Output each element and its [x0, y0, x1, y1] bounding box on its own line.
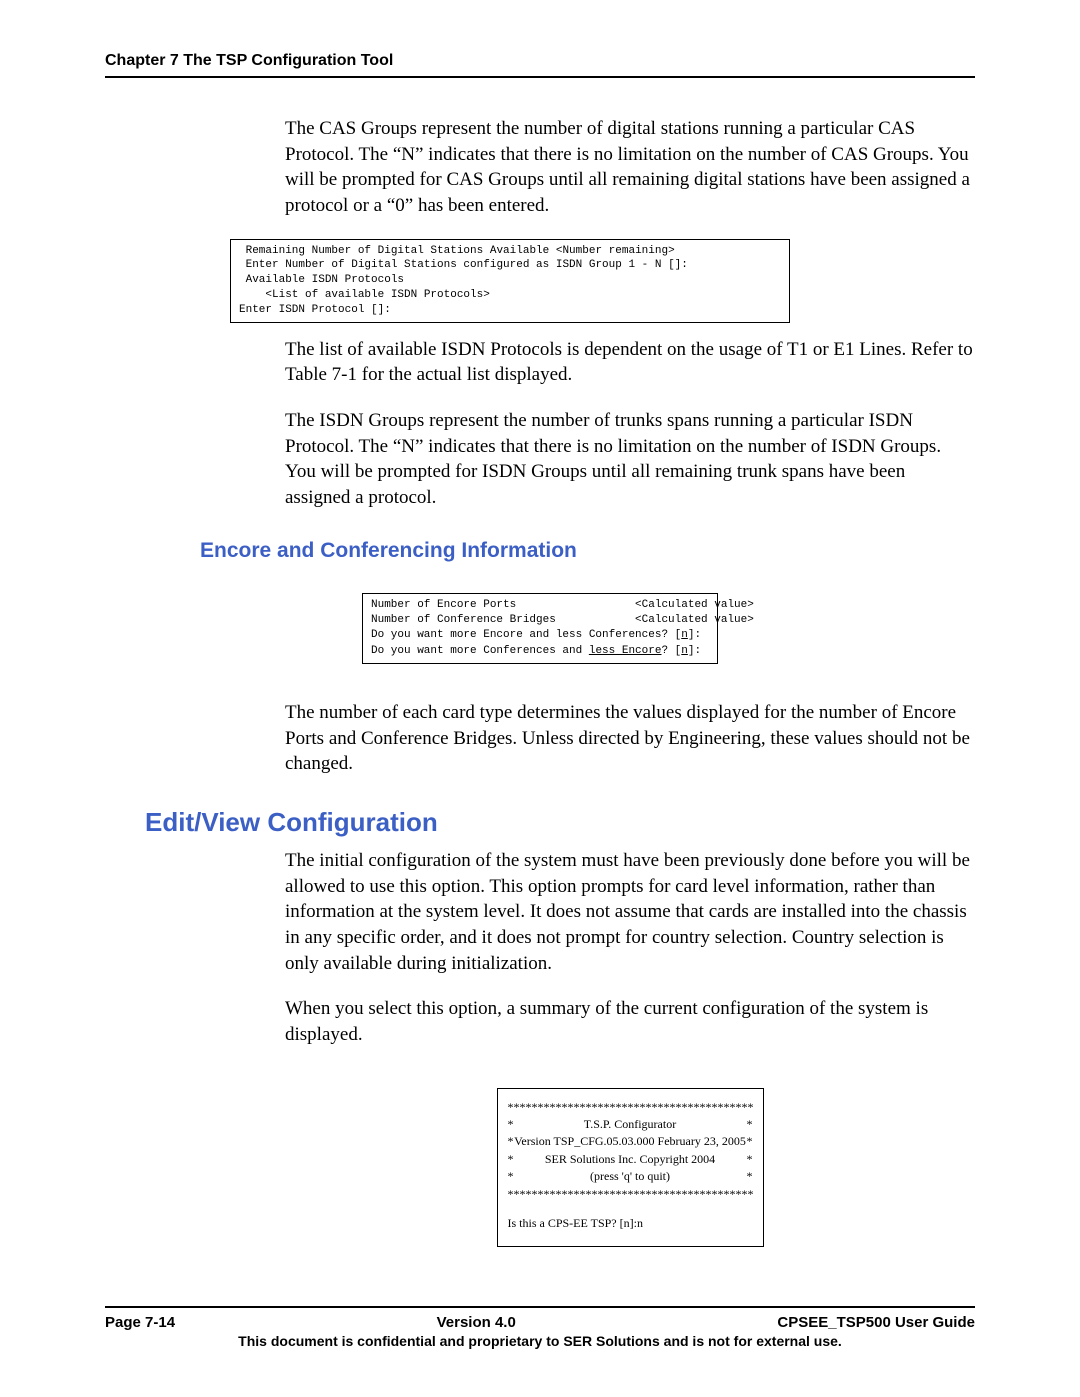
star: * [746, 1168, 752, 1185]
banner-row: * SER Solutions Inc. Copyright 2004 * [508, 1151, 753, 1168]
footer-version: Version 4.0 [437, 1314, 516, 1331]
banner-text: SER Solutions Inc. Copyright 2004 [545, 1151, 715, 1168]
star: * [508, 1116, 514, 1133]
code-block-tsp-configurator: ****************************************… [497, 1088, 764, 1248]
star-line: ****************************************… [508, 1099, 753, 1116]
paragraph-initial-config: The initial configuration of the system … [285, 848, 975, 976]
code-underline: n [681, 645, 688, 657]
code-line: ]: [688, 645, 701, 657]
document-page: Chapter 7 The TSP Configuration Tool The… [0, 0, 1080, 1397]
code-line: Do you want more Conferences and [371, 645, 589, 657]
star: * [508, 1168, 514, 1185]
code-line: Enter ISDN Protocol []: [239, 304, 391, 316]
star: * [508, 1133, 514, 1150]
body-column: The number of each card type determines … [285, 700, 975, 777]
heading-edit-view-config: Edit/View Configuration [145, 807, 975, 838]
body-column: The list of available ISDN Protocols is … [285, 337, 975, 511]
footer-page-number: Page 7-14 [105, 1314, 175, 1331]
code-underline: less Encore [589, 645, 662, 657]
paragraph-card-type: The number of each card type determines … [285, 700, 975, 777]
page-footer: Page 7-14 Version 4.0 CPSEE_TSP500 User … [105, 1306, 975, 1349]
body-column: The initial configuration of the system … [285, 848, 975, 1247]
star: * [508, 1151, 514, 1168]
code-line: Do you want more Encore and less Confere… [371, 629, 681, 641]
body-column: The CAS Groups represent the number of d… [285, 116, 975, 219]
banner-text: T.S.P. Configurator [584, 1116, 676, 1133]
code-line: Enter Number of Digital Stations configu… [239, 259, 688, 271]
code-block-encore-conf: Number of Encore Ports <Calculated value… [362, 593, 718, 665]
heading-encore-conferencing: Encore and Conferencing Information [200, 539, 975, 563]
code-line: Number of Encore Ports <Calculated value… [371, 599, 754, 611]
star: * [746, 1133, 752, 1150]
paragraph-cas-groups: The CAS Groups represent the number of d… [285, 116, 975, 219]
star-line: ****************************************… [508, 1186, 753, 1203]
code-line: Number of Conference Bridges <Calculated… [371, 614, 754, 626]
banner-text: (press 'q' to quit) [590, 1168, 670, 1185]
banner-row: * (press 'q' to quit) * [508, 1168, 753, 1185]
code-line: Available ISDN Protocols [239, 274, 404, 286]
code-block-isdn-prompts: Remaining Number of Digital Stations Ava… [230, 239, 790, 323]
banner-text: Version TSP_CFG.05.03.000 February 23, 2… [514, 1133, 746, 1150]
code-line: ]: [688, 629, 701, 641]
paragraph-isdn-list: The list of available ISDN Protocols is … [285, 337, 975, 388]
code-line: ? [ [661, 645, 681, 657]
paragraph-select-option: When you select this option, a summary o… [285, 996, 975, 1047]
page-header: Chapter 7 The TSP Configuration Tool [105, 52, 975, 78]
code-underline: n [681, 629, 688, 641]
paragraph-isdn-groups: The ISDN Groups represent the number of … [285, 408, 975, 511]
banner-row: * T.S.P. Configurator * [508, 1116, 753, 1133]
footer-confidential: This document is confidential and propri… [105, 1333, 975, 1349]
code-line: Remaining Number of Digital Stations Ava… [239, 245, 675, 257]
star: * [747, 1151, 753, 1168]
footer-top-row: Page 7-14 Version 4.0 CPSEE_TSP500 User … [105, 1306, 975, 1331]
banner-row: *Version TSP_CFG.05.03.000 February 23, … [508, 1133, 753, 1150]
code-line: <List of available ISDN Protocols> [239, 289, 490, 301]
prompt-line: Is this a CPS-EE TSP? [n]:n [508, 1215, 753, 1232]
footer-doc-title: CPSEE_TSP500 User Guide [777, 1314, 975, 1331]
star: * [746, 1116, 752, 1133]
